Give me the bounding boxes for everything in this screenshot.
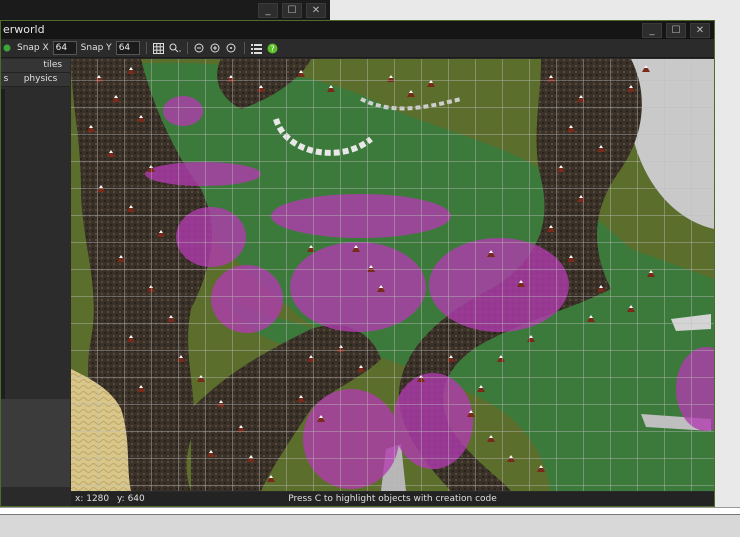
panel-preview [1,399,70,487]
tab-blank[interactable] [1,59,36,73]
panel-list[interactable] [1,89,5,409]
toolbar-separator [186,42,188,54]
green-dot-icon[interactable] [1,42,13,54]
minimize-button[interactable]: _ [258,3,278,18]
tab-physics[interactable]: physics [11,73,70,87]
map-drawing [71,59,714,491]
zoom-reset-icon[interactable] [226,42,238,54]
window-titlebar[interactable]: erworld _ ☐ ✕ [1,21,714,39]
panel-tabs: tiles s physics [1,59,70,87]
tab-tiles[interactable]: tiles [35,59,70,73]
minimize-button[interactable]: _ [642,23,662,38]
close-button[interactable]: ✕ [306,3,326,18]
maximize-button[interactable]: ☐ [282,3,302,18]
window-title: erworld [3,23,45,36]
grid-overlay [71,59,714,491]
toolbar: Snap X 64 Snap Y 64 ? [1,39,714,58]
desktop-strip [0,507,740,514]
toolbar-separator [145,42,147,54]
window-controls: _ ☐ ✕ [642,23,710,38]
zoom-icon[interactable] [169,42,181,54]
grid-icon[interactable] [153,42,165,54]
zoom-in-icon[interactable] [210,42,222,54]
zoom-out-icon[interactable] [194,42,206,54]
desktop-strip [0,514,740,537]
tab-partial[interactable]: s [1,73,11,87]
help-icon[interactable]: ? [267,42,279,54]
background-window-controls: _ ☐ ✕ [258,3,326,18]
left-panel: tiles s physics [1,59,70,487]
snap-y-label: Snap Y [80,43,112,53]
svg-text:?: ? [271,44,275,53]
maximize-button[interactable]: ☐ [666,23,686,38]
close-button[interactable]: ✕ [690,23,710,38]
statusbar: x: 1280 y: 640 Press C to highlight obje… [71,492,714,506]
room-map-canvas[interactable] [71,59,714,491]
snap-y-input[interactable]: 64 [115,41,140,55]
snap-x-label: Snap X [17,43,49,53]
background-window: _ ☐ ✕ [0,0,330,21]
snap-x-input[interactable]: 64 [52,41,77,55]
room-editor-window: erworld _ ☐ ✕ Snap X 64 Snap Y 64 ? tile… [0,20,715,507]
status-message: Press C to highlight objects with creati… [288,494,497,504]
list-icon[interactable] [251,42,263,54]
toolbar-separator [243,42,245,54]
